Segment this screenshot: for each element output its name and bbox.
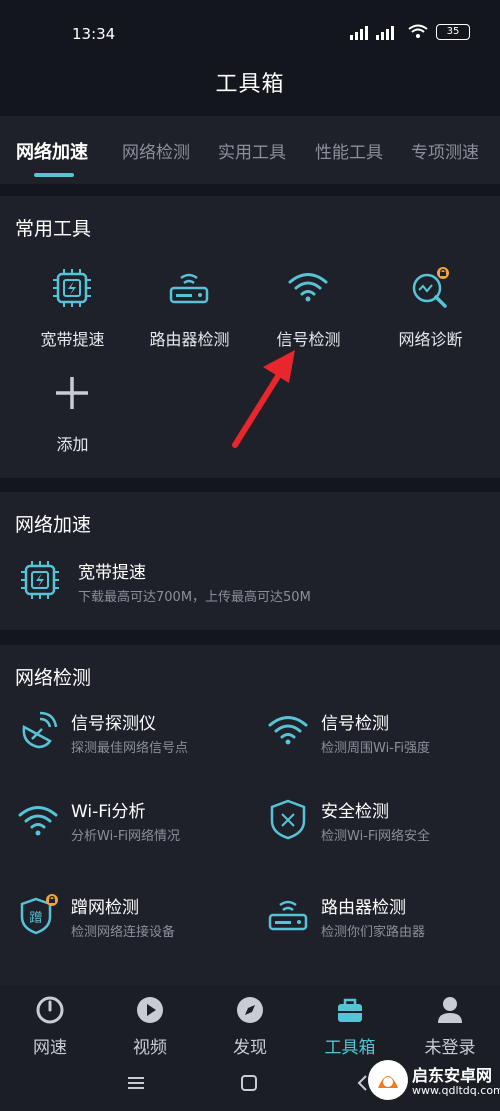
tab-network-acceleration[interactable]: 网络加速	[16, 138, 88, 164]
wifi-icon	[268, 716, 308, 745]
battery-icon: 35	[436, 24, 470, 40]
chip-bolt-icon	[53, 269, 91, 307]
tool-signal-detection[interactable]: 信号检测	[246, 266, 371, 356]
row-title: 宽带提速	[78, 563, 146, 583]
row-title: Wi-Fi分析	[71, 802, 146, 822]
status-icons: 35	[350, 24, 470, 40]
cellular-signal-icon	[350, 26, 394, 40]
freeloader-shield-icon: 蹭	[20, 894, 58, 935]
nav-account[interactable]: 未登录	[400, 995, 500, 1058]
page-title: 工具箱	[215, 72, 285, 97]
tool-label: 网络诊断	[398, 330, 463, 349]
tab-special-speedtest[interactable]: 专项测速	[411, 138, 479, 163]
row-description: 检测网络连接设备	[71, 925, 176, 940]
svg-text:蹭: 蹭	[29, 911, 42, 926]
router-icon	[268, 900, 308, 931]
compass-icon	[237, 997, 263, 1023]
signal-detection-row[interactable]: 信号检测 检测周围Wi-Fi强度	[266, 709, 496, 759]
row-description: 检测Wi-Fi网络安全	[321, 829, 431, 844]
detection-card: 网络检测 信号探测仪 探测最佳网络信号点 信号检测 检测周围Wi-Fi强度 Wi…	[0, 645, 500, 985]
row-title: 蹭网检测	[71, 898, 139, 918]
radar-dish-icon	[22, 711, 58, 749]
wifi-analysis-row[interactable]: Wi-Fi分析 分析Wi-Fi网络情况	[16, 797, 246, 847]
toolbox-icon	[338, 998, 362, 1022]
common-tools-title: 常用工具	[15, 218, 92, 240]
row-title: 信号探测仪	[71, 714, 156, 734]
row-title: 路由器检测	[321, 898, 406, 918]
row-description: 分析Wi-Fi网络情况	[71, 829, 181, 844]
nav-label: 发现	[233, 1038, 267, 1058]
router-icon	[169, 273, 209, 304]
nav-label: 网速	[33, 1038, 67, 1058]
home-icon[interactable]	[241, 1075, 257, 1091]
user-icon	[438, 997, 462, 1023]
tab-bar: 网络加速 网络检测 实用工具 性能工具 专项测速	[0, 116, 500, 184]
tool-add[interactable]: 添加	[10, 371, 135, 461]
wifi-icon	[288, 273, 328, 302]
acceleration-card: 网络加速 宽带提速 下载最高可达700M，上传最高可达50M	[0, 492, 500, 630]
play-icon	[137, 997, 163, 1023]
tool-broadband-boost[interactable]: 宽带提速	[10, 266, 135, 356]
nav-speed[interactable]: 网速	[0, 995, 100, 1058]
chip-bolt-icon	[21, 561, 59, 599]
freeloader-detection-row[interactable]: 蹭 蹭网检测 检测网络连接设备	[16, 893, 246, 943]
nav-discover[interactable]: 发现	[200, 995, 300, 1058]
router-detection-row[interactable]: 路由器检测 检测你们家路由器	[266, 893, 496, 943]
row-description: 下载最高可达700M，上传最高可达50M	[78, 590, 311, 605]
tool-label: 添加	[56, 435, 89, 454]
nav-video[interactable]: 视频	[100, 995, 200, 1058]
tool-label: 宽带提速	[40, 330, 105, 349]
nav-label: 视频	[133, 1038, 167, 1058]
plus-icon	[56, 377, 88, 409]
status-bar: 13:34 35	[0, 0, 500, 62]
signal-detector-row[interactable]: 信号探测仪 探测最佳网络信号点	[16, 709, 246, 759]
active-tab-indicator	[34, 173, 74, 177]
speedometer-icon	[36, 996, 64, 1024]
watermark: 启东安卓网 www.qdltdq.com	[366, 1050, 500, 1111]
menu-icon[interactable]	[128, 1076, 144, 1090]
row-description: 检测你们家路由器	[321, 925, 426, 940]
tool-router-detection[interactable]: 路由器检测	[127, 266, 252, 356]
watermark-url: www.qdltdq.com	[412, 1084, 500, 1097]
row-title: 信号检测	[321, 714, 389, 734]
tool-network-diagnosis[interactable]: 网络诊断	[368, 266, 493, 356]
status-time: 13:34	[72, 25, 116, 43]
detection-title: 网络检测	[15, 667, 92, 689]
security-check-row[interactable]: 安全检测 检测Wi-Fi网络安全	[266, 797, 496, 847]
watermark-brand: 启东安卓网	[412, 1066, 493, 1085]
row-description: 探测最佳网络信号点	[71, 741, 189, 756]
watermark-logo-icon	[368, 1060, 408, 1100]
annotation-arrow	[232, 350, 295, 448]
tab-utility-tools[interactable]: 实用工具	[218, 138, 286, 163]
wifi-status-icon	[408, 24, 428, 38]
row-title: 安全检测	[321, 802, 389, 822]
acceleration-title: 网络加速	[15, 514, 92, 536]
tab-network-detection[interactable]: 网络检测	[122, 138, 190, 163]
shield-icon	[270, 799, 306, 840]
tab-performance-tools[interactable]: 性能工具	[315, 138, 383, 163]
diagnose-search-icon	[412, 267, 449, 308]
nav-toolbox[interactable]: 工具箱	[300, 995, 400, 1058]
row-description: 检测周围Wi-Fi强度	[321, 741, 431, 756]
wifi-icon	[18, 806, 58, 836]
broadband-boost-row[interactable]: 宽带提速 下载最高可达700M，上传最高可达50M	[18, 558, 488, 608]
